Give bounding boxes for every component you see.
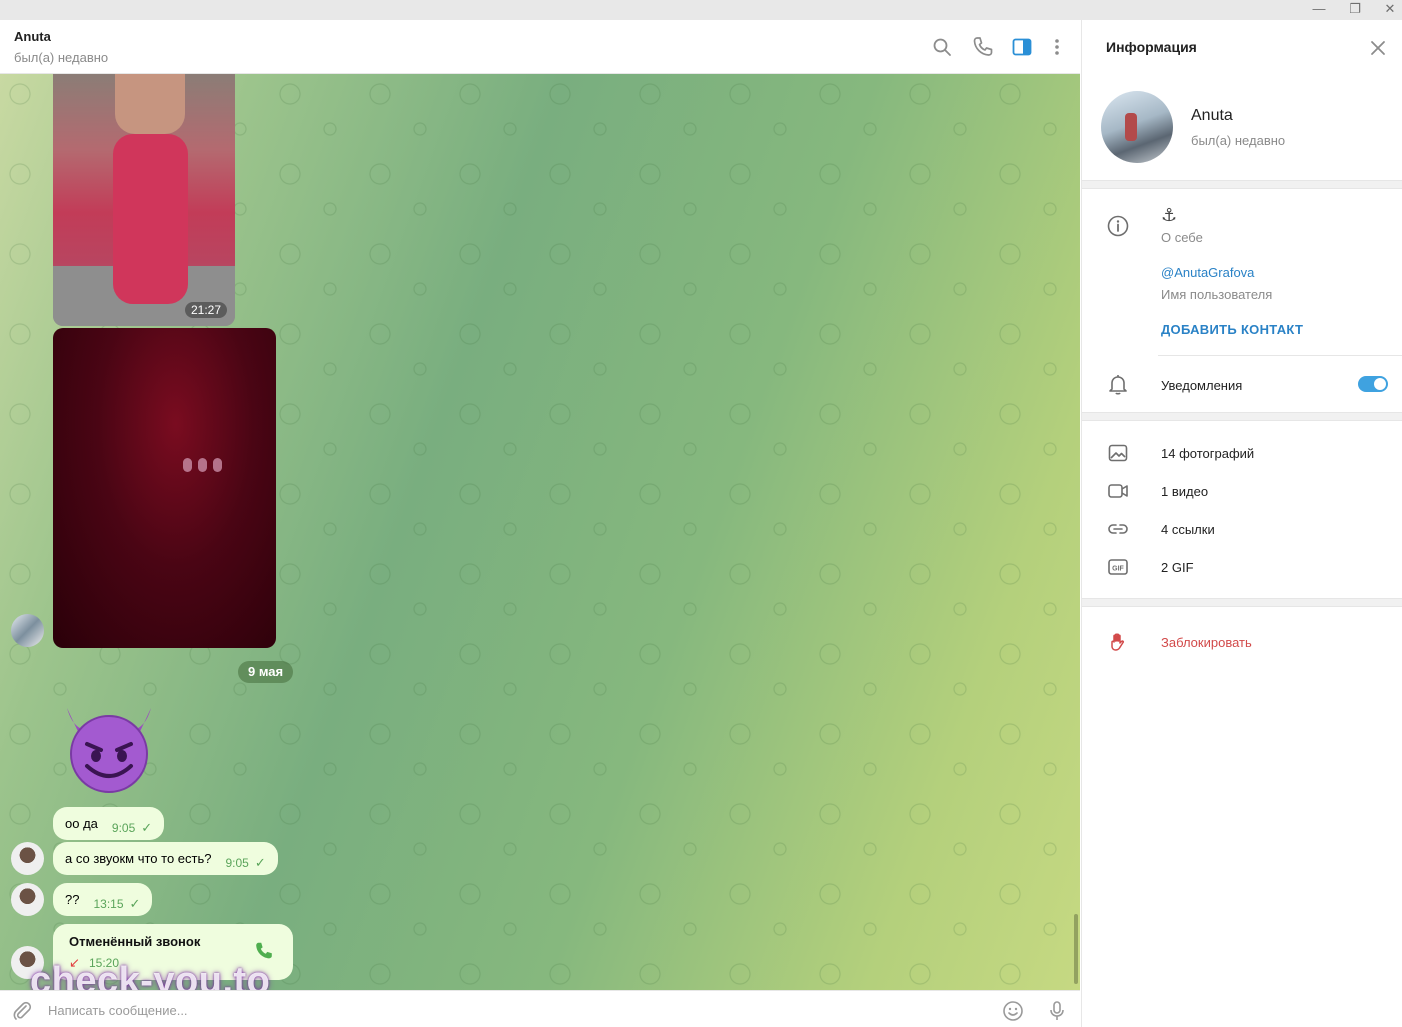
scrollbar-thumb[interactable]: [1074, 914, 1078, 984]
message-text: оо да: [65, 816, 98, 831]
message-time: 9:05: [225, 855, 249, 870]
notifications-label: Уведомления: [1161, 378, 1243, 393]
hand-stop-icon: [1111, 633, 1125, 651]
profile-avatar[interactable]: [1101, 91, 1173, 163]
info-panel-title: Информация: [1106, 39, 1197, 55]
photo-message[interactable]: 21:27: [53, 74, 235, 326]
sidebar-toggle-icon[interactable]: [1010, 35, 1034, 59]
minimize-button[interactable]: —: [1299, 0, 1339, 20]
info-panel: Информация Anuta был(а) недавно ⚓ О себе…: [1081, 20, 1402, 1027]
call-title: Отменённый звонок: [69, 934, 201, 949]
media-videos-row[interactable]: 1 видео: [1161, 484, 1208, 499]
search-icon[interactable]: [930, 35, 954, 59]
divider: [1158, 355, 1402, 356]
window-titlebar: — ❐ ✕: [0, 0, 1402, 20]
message-bubble[interactable]: ?? 13:15 ✓: [53, 883, 153, 916]
attach-icon[interactable]: [10, 999, 34, 1023]
message-text: а со звуокм что то есть?: [65, 851, 212, 866]
add-contact-button[interactable]: ДОБАВИТЬ КОНТАКТ: [1161, 322, 1303, 337]
message-bubble[interactable]: а со звуокм что то есть? 9:05 ✓: [53, 842, 278, 875]
bell-icon: [1109, 375, 1127, 395]
username-label: Имя пользователя: [1161, 287, 1273, 302]
svg-text:GIF: GIF: [1112, 566, 1124, 573]
message-text: ??: [65, 892, 80, 907]
photo-message[interactable]: [53, 328, 276, 648]
window-close-button[interactable]: ✕: [1370, 0, 1402, 20]
section-divider: [1082, 598, 1402, 607]
peer-name[interactable]: Anuta: [14, 29, 51, 44]
about-value: ⚓: [1161, 205, 1178, 225]
notifications-toggle[interactable]: [1358, 376, 1388, 392]
read-check-icon: ✓: [129, 895, 141, 911]
read-check-icon: ✓: [254, 854, 266, 870]
media-gifs-row[interactable]: 2 GIF: [1161, 560, 1194, 575]
media-links-row[interactable]: 4 ссылки: [1161, 522, 1215, 537]
photo-icon: [1108, 444, 1128, 462]
profile-name: Anuta: [1191, 107, 1233, 124]
read-check-icon: ✓: [141, 819, 153, 835]
username-link[interactable]: @AnutaGrafova: [1161, 265, 1254, 280]
emoji-icon[interactable]: [1001, 999, 1025, 1023]
about-label: О себе: [1161, 230, 1203, 245]
sender-avatar[interactable]: [11, 883, 44, 916]
microphone-icon[interactable]: [1045, 999, 1069, 1023]
profile-status: был(а) недавно: [1191, 133, 1286, 148]
photo-time-badge: 21:27: [184, 302, 227, 318]
block-user-button[interactable]: Заблокировать: [1161, 635, 1252, 650]
sender-avatar[interactable]: [11, 614, 44, 647]
message-bubble[interactable]: оо да 9:05 ✓: [53, 807, 165, 840]
close-icon[interactable]: [1368, 38, 1388, 58]
gif-icon: GIF: [1108, 559, 1128, 575]
sender-avatar[interactable]: [11, 842, 44, 875]
phone-icon[interactable]: [971, 35, 995, 59]
media-photos-row[interactable]: 14 фотографий: [1161, 446, 1254, 461]
chat-messages-area[interactable]: 21:27 9 мая оо да 9:05 ✓ а со звуокм что…: [0, 74, 1080, 990]
message-time: 9:05: [111, 820, 136, 835]
message-time: 13:15: [93, 896, 124, 911]
link-icon: [1108, 524, 1128, 534]
section-divider: [1082, 180, 1402, 189]
info-icon: [1107, 215, 1129, 237]
section-divider: [1082, 412, 1402, 421]
restore-button[interactable]: ❐: [1335, 0, 1375, 20]
date-separator: 9 мая: [238, 661, 294, 683]
more-vertical-icon[interactable]: [1045, 35, 1069, 59]
devil-smiling-emoji[interactable]: [58, 700, 160, 796]
call-back-phone-icon[interactable]: [253, 940, 275, 962]
chat-header: Anuta был(а) недавно: [0, 20, 1080, 74]
message-input[interactable]: [48, 999, 948, 1021]
video-icon: [1108, 484, 1128, 498]
message-composer: [0, 990, 1080, 1027]
peer-status: был(а) недавно: [14, 50, 109, 65]
